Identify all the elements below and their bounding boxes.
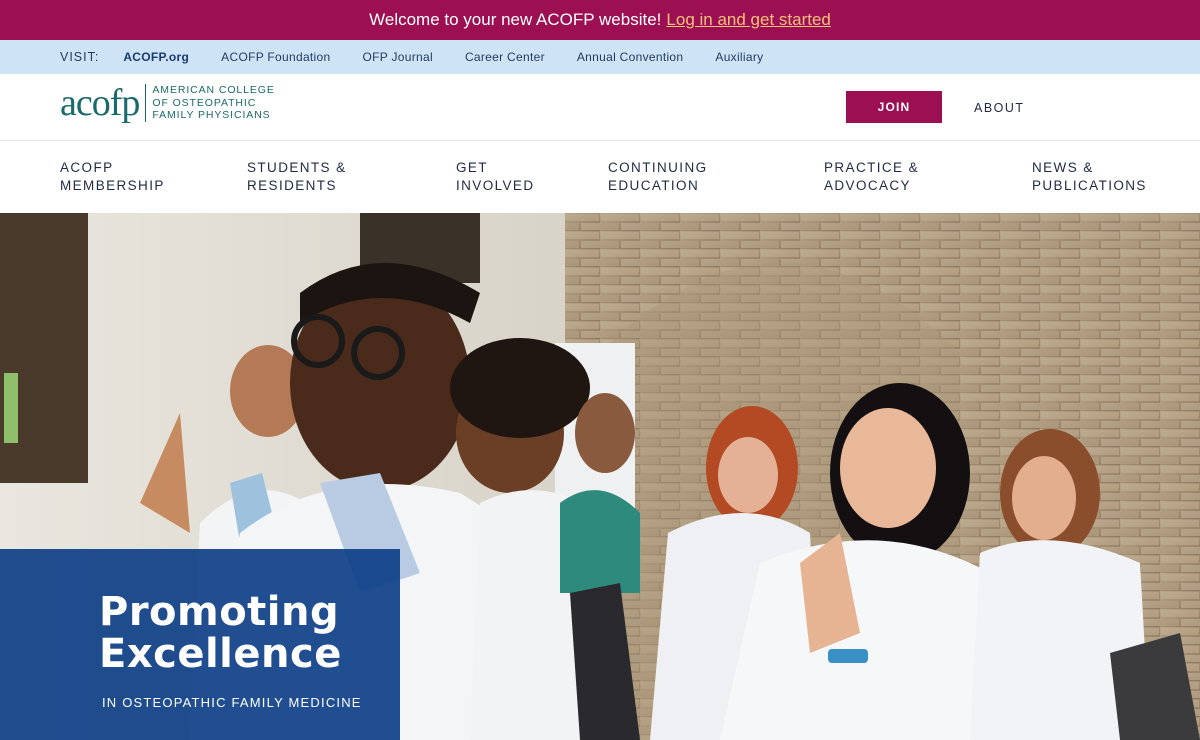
- announcement-bar: Welcome to your new ACOFP website! Log i…: [0, 0, 1200, 40]
- nav-label-line1: GET: [456, 160, 488, 175]
- nav-label-line2: ADVOCACY: [824, 178, 911, 193]
- nav-acofp-membership[interactable]: ACOFP MEMBERSHIP: [60, 159, 165, 195]
- nav-label-line1: CONTINUING: [608, 160, 708, 175]
- logo-line-3: FAMILY PHYSICIANS: [152, 109, 271, 122]
- logo-line-1: AMERICAN COLLEGE: [152, 84, 275, 97]
- nav-label-line2: PUBLICATIONS: [1032, 178, 1147, 193]
- nav-label-line2: MEMBERSHIP: [60, 178, 165, 193]
- site-header: acofp AMERICAN COLLEGE OF OSTEOPATHIC FA…: [0, 74, 1200, 141]
- logo-divider: [145, 84, 147, 122]
- visit-label: VISIT:: [60, 50, 100, 64]
- hero-text-panel: Promoting Excellence IN OSTEOPATHIC FAMI…: [0, 549, 400, 740]
- nav-get-involved[interactable]: GET INVOLVED: [456, 159, 534, 195]
- nav-label-line2: INVOLVED: [456, 178, 535, 193]
- logo-wordmark: acofp: [60, 82, 140, 124]
- nav-students-residents[interactable]: STUDENTS & RESIDENTS: [247, 159, 347, 195]
- announcement-text: Welcome to your new ACOFP website!: [369, 10, 662, 29]
- visit-link-ofp-journal[interactable]: OFP Journal: [362, 50, 432, 64]
- about-link[interactable]: ABOUT: [974, 101, 1025, 115]
- visit-link-auxiliary[interactable]: Auxiliary: [715, 50, 763, 64]
- nav-label-line1: PRACTICE &: [824, 160, 920, 175]
- visit-link-foundation[interactable]: ACOFP Foundation: [221, 50, 330, 64]
- visit-bar: VISIT: ACOFP.org ACOFP Foundation OFP Jo…: [0, 40, 1200, 74]
- nav-practice-advocacy[interactable]: PRACTICE & ADVOCACY: [824, 159, 919, 195]
- nav-label-line1: ACOFP: [60, 160, 114, 175]
- nav-label-line2: RESIDENTS: [247, 178, 337, 193]
- visit-link-acofp-org[interactable]: ACOFP.org: [123, 50, 189, 64]
- join-button[interactable]: JOIN: [846, 91, 942, 123]
- nav-label-line2: EDUCATION: [608, 178, 700, 193]
- hero-subtitle: IN OSTEOPATHIC FAMILY MEDICINE: [102, 695, 362, 710]
- nav-continuing-education[interactable]: CONTINUING EDUCATION: [608, 159, 708, 195]
- nav-label-line1: STUDENTS &: [247, 160, 347, 175]
- visit-link-annual-convention[interactable]: Annual Convention: [577, 50, 684, 64]
- main-nav: ACOFP MEMBERSHIP STUDENTS & RESIDENTS GE…: [0, 141, 1200, 213]
- nav-news-publications[interactable]: NEWS & PUBLICATIONS: [1032, 159, 1147, 195]
- visit-link-career-center[interactable]: Career Center: [465, 50, 545, 64]
- logo-org-name: AMERICAN COLLEGE OF OSTEOPATHIC FAMILY P…: [152, 84, 274, 122]
- hero-title-line1: Promoting: [99, 589, 340, 635]
- login-link[interactable]: Log in and get started: [666, 10, 830, 30]
- acofp-logo[interactable]: acofp AMERICAN COLLEGE OF OSTEOPATHIC FA…: [60, 84, 275, 122]
- hero-banner: Promoting Excellence IN OSTEOPATHIC FAMI…: [0, 213, 1200, 740]
- nav-label-line1: NEWS &: [1032, 160, 1094, 175]
- hero-title-line2: Excellence: [99, 631, 342, 677]
- logo-line-2: OF OSTEOPATHIC: [152, 96, 257, 109]
